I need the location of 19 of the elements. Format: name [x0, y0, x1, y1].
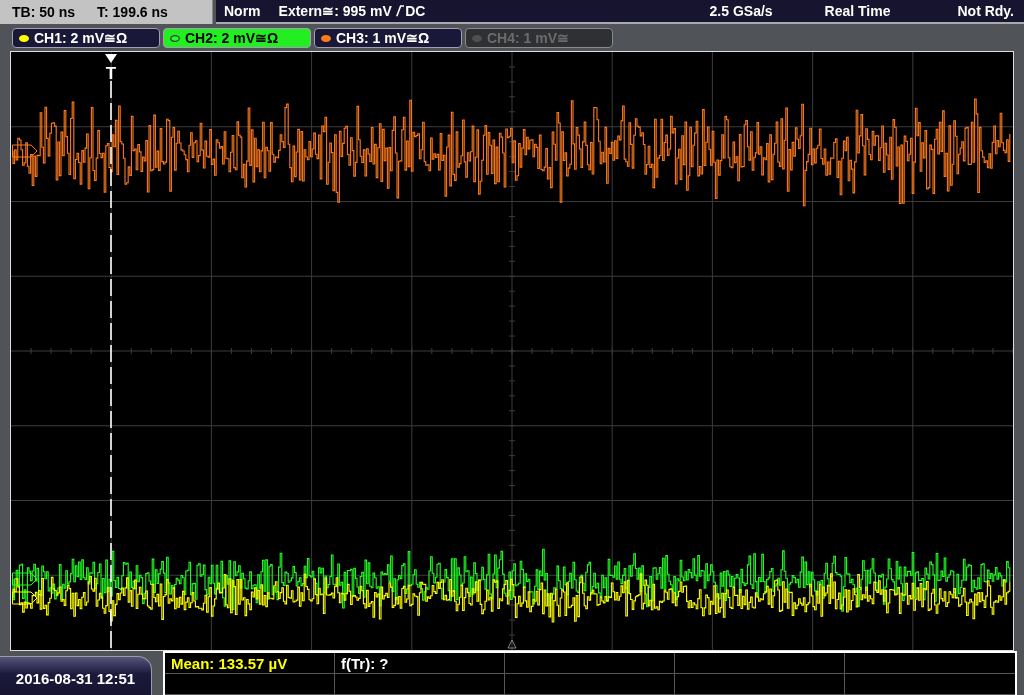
trigger-source-label: Extern≅: 995 mV	[278, 3, 392, 19]
datetime-panel: 2016-08-31 12:51	[0, 656, 152, 695]
trigger-coupling-label: DC	[405, 3, 426, 19]
acquisition-mode-label: Real Time	[824, 3, 891, 19]
trigger-time-label: T: 199.6 ns	[97, 4, 168, 20]
channel-tab[interactable]: CH1: 2 mV≅Ω	[12, 28, 160, 48]
offset-marker-icon[interactable]	[12, 144, 38, 158]
measurement-reading: f(Tr): ?	[341, 654, 389, 672]
sample-rate-label: 2.5 GSa/s	[709, 3, 773, 19]
measurement-reading: Mean: 133.57 µV	[171, 654, 288, 672]
trigger-mode-label: Norm	[224, 3, 261, 19]
position-marker-icon[interactable]	[507, 639, 517, 649]
acquisition-status-label: Not Rdy.	[957, 3, 1014, 19]
rising-edge-icon	[395, 4, 405, 18]
timebase-label: TB: 50 ns	[12, 4, 75, 20]
channel-tab[interactable]: CH3: 1 mV≅Ω	[314, 28, 462, 48]
triangle-marker-icon[interactable]	[105, 54, 117, 63]
channel-tab[interactable]: CH2: 2 mV≅Ω	[163, 28, 311, 48]
trigger-marker-label: T	[105, 64, 117, 83]
